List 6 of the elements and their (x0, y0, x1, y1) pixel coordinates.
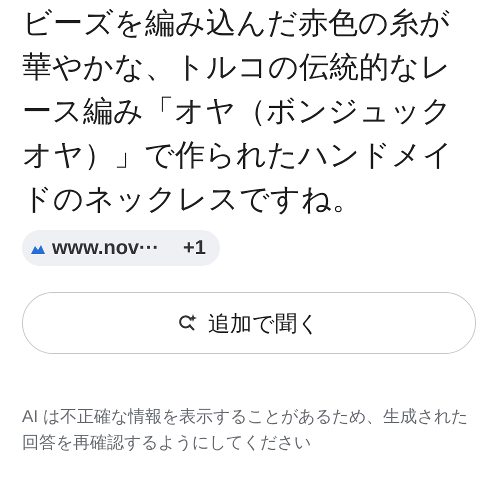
disclaimer-text: AI は不正確な情報を表示することがあるため、生成された回答を再確認するようにしてください (22, 406, 469, 454)
source-chip[interactable]: www.nov··· +1 (22, 230, 220, 266)
answer-text: ビーズを編み込んだ赤色の糸が華やかな、トルコの伝統的なレース編み「オヤ（ボンジュックオヤ）」で作られたハンドメイドのネックレスですね。 (22, 6, 454, 218)
ask-more-button[interactable]: 追加で聞く (22, 292, 476, 354)
search-sparkle-icon (178, 313, 198, 333)
source-count: +1 (183, 236, 206, 261)
